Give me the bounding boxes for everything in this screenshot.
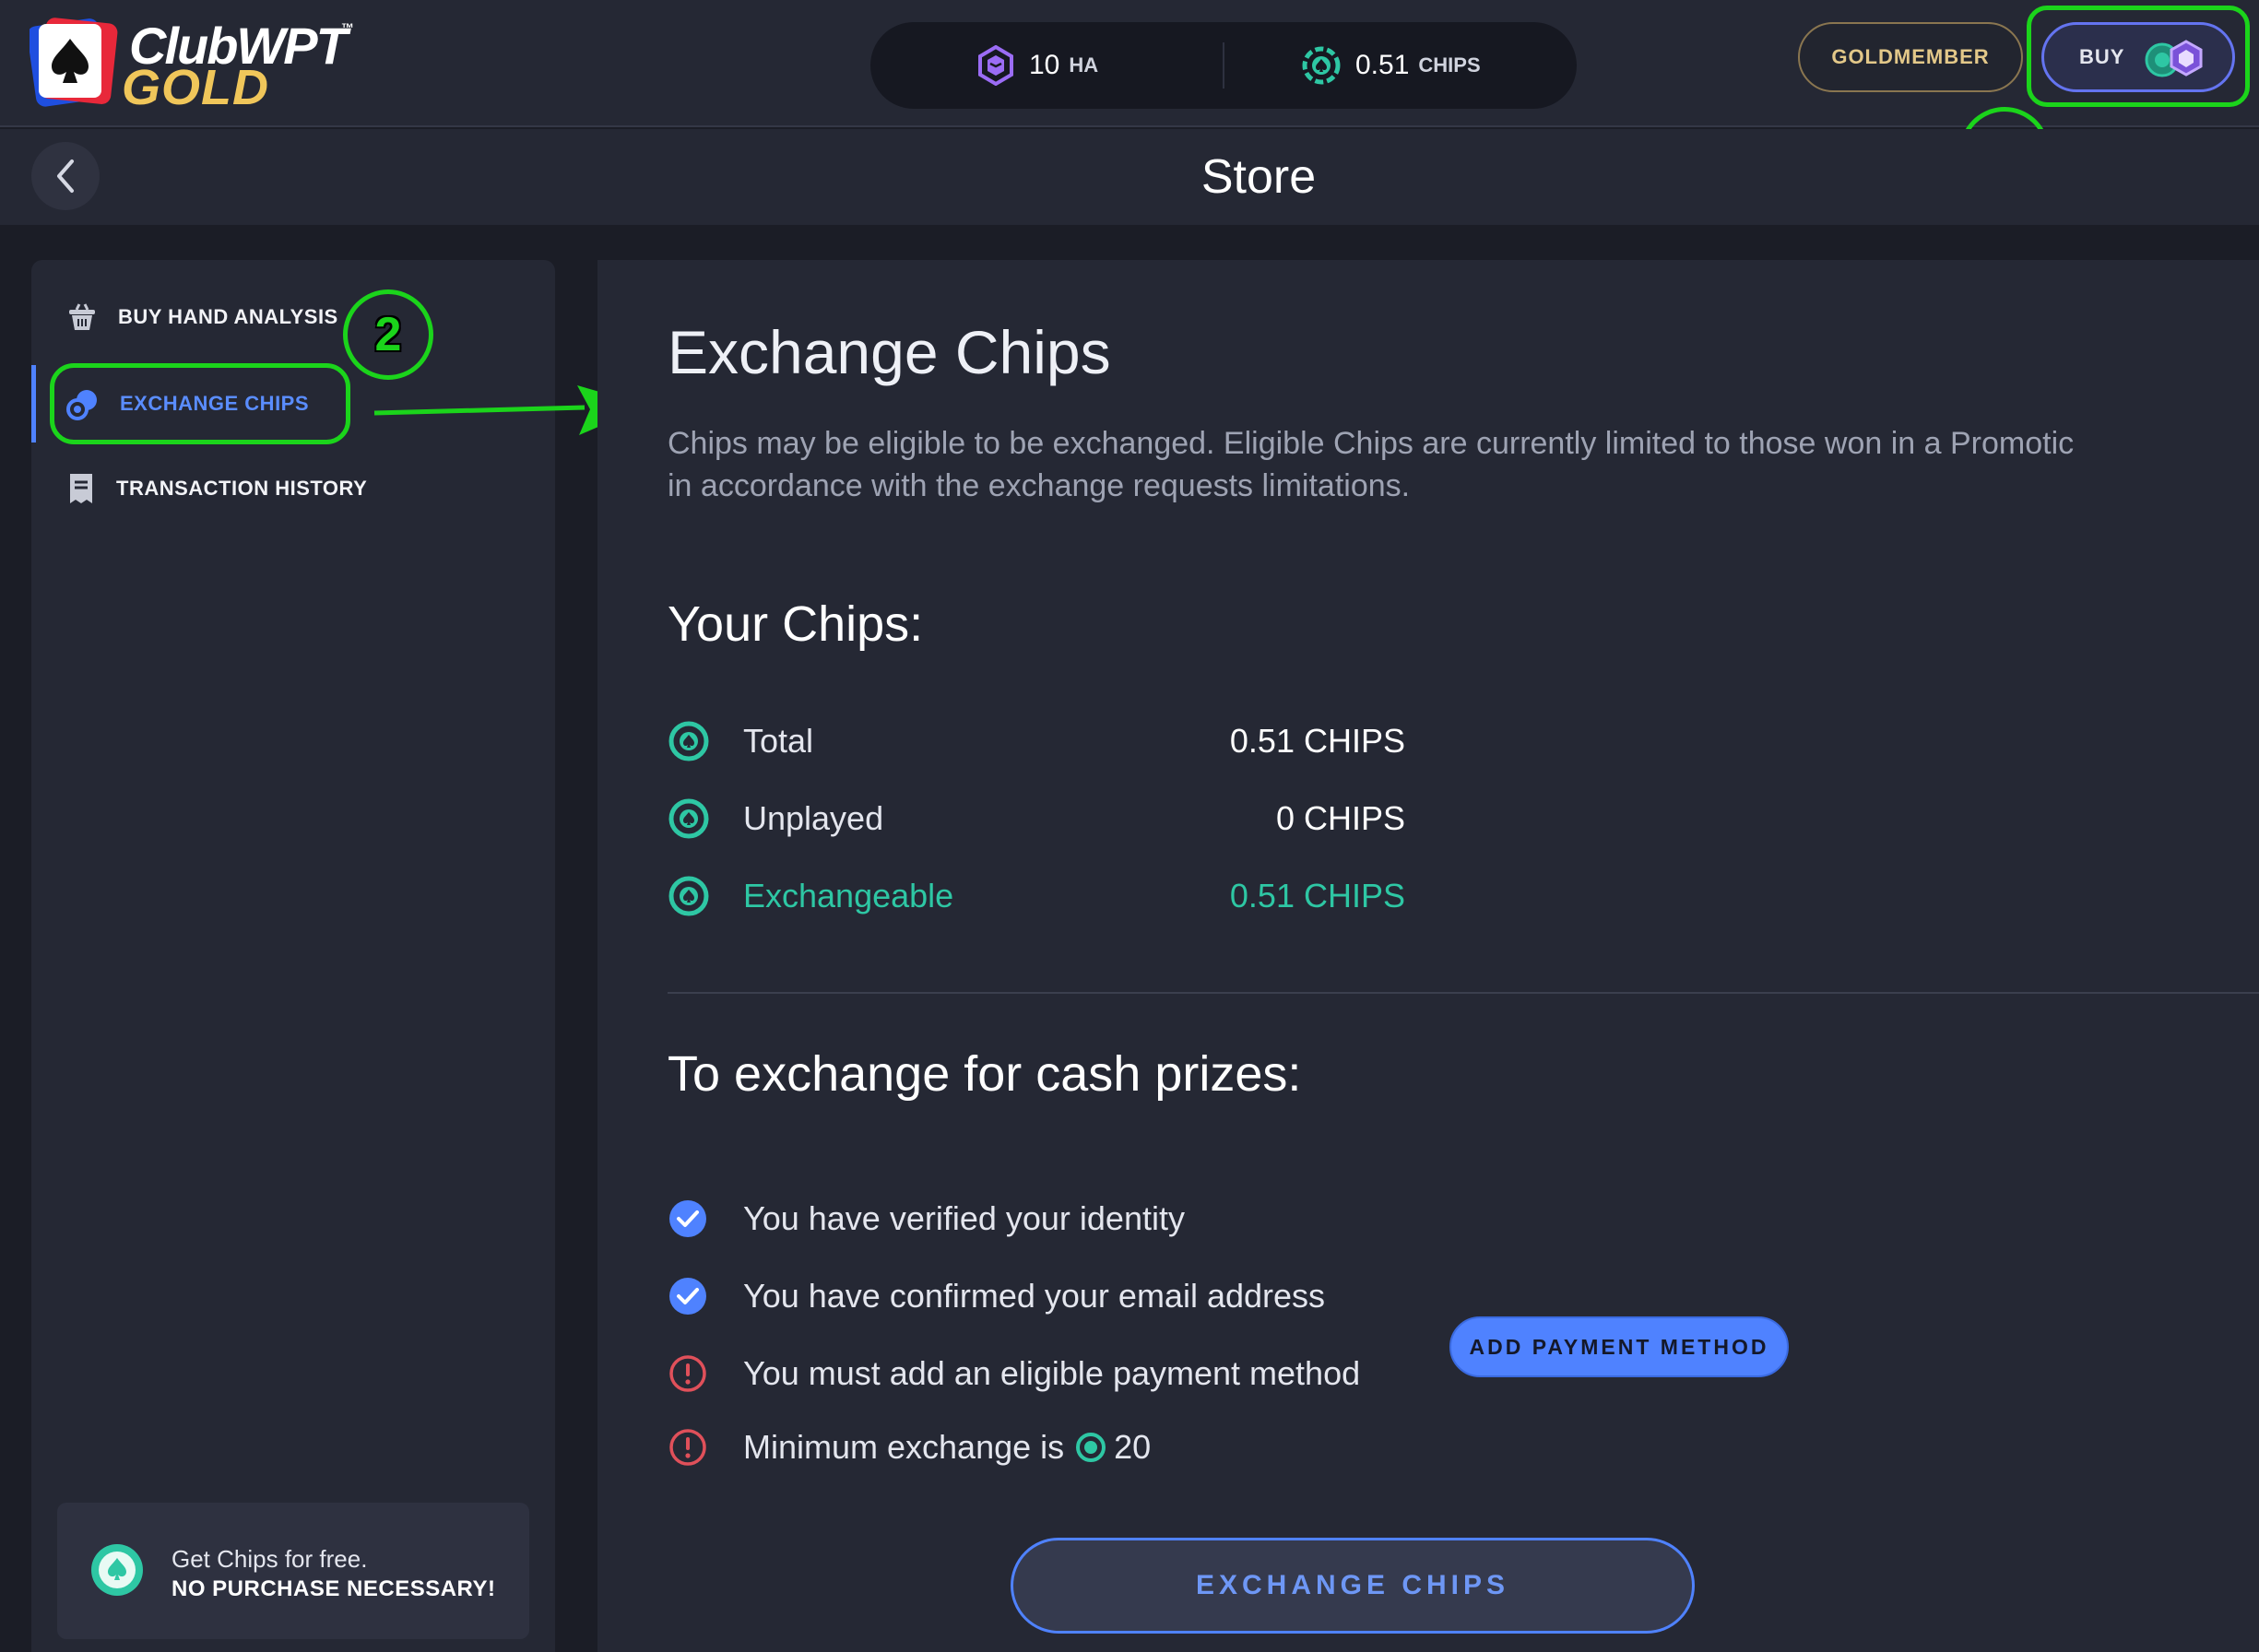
add-payment-method-button[interactable]: ADD PAYMENT METHOD: [1449, 1316, 1789, 1377]
warning-circle-icon: [669, 1429, 706, 1466]
promo-headline: Get Chips for free.: [171, 1545, 368, 1573]
goldmember-button[interactable]: GOLDMEMBER: [1798, 22, 2023, 92]
free-chips-promo[interactable]: Get Chips for free. NO PURCHASE NECESSAR…: [57, 1503, 529, 1639]
sidebar-item-label: BUY HAND ANALYSIS: [118, 305, 338, 328]
chip-row-total: Total 0.51 CHIPS: [668, 714, 1405, 769]
ha-balance-unit: HA: [1069, 53, 1099, 77]
chips-balance[interactable]: 0.51 CHIPS: [1302, 22, 1481, 109]
exchange-description: Chips may be eligible to be exchanged. E…: [668, 422, 2259, 507]
top-bar: ClubWPT ™ GOLD 10 HA 0.51 CHIPS GOLDMEMB…: [0, 0, 2259, 127]
sidebar-item-label: TRANSACTION HISTORY: [116, 477, 368, 500]
section-divider: [668, 992, 2259, 994]
annotation-step-2: 2: [343, 289, 433, 380]
chips-balance-unit: CHIPS: [1418, 53, 1481, 77]
logo-gold-text: GOLD: [122, 60, 269, 115]
section-title: Exchange Chips: [668, 318, 1111, 386]
requirement-text: Minimum exchange is: [743, 1428, 1065, 1466]
chip-row-value: 0.51 CHIPS: [1229, 877, 1405, 914]
sidebar-item-transaction-history[interactable]: TRANSACTION HISTORY: [31, 452, 555, 525]
requirement-text: You have confirmed your email address: [743, 1277, 1326, 1315]
your-chips-heading: Your Chips:: [668, 596, 924, 652]
requirement-confirmed-email: You have confirmed your email address: [668, 1268, 1325, 1324]
requirement-text-wrapper: Minimum exchange is 20: [743, 1428, 1151, 1467]
chip-row-label: Exchangeable: [743, 877, 954, 914]
requirement-minimum-exchange: Minimum exchange is 20: [668, 1420, 1151, 1475]
balance-divider: [1223, 42, 1224, 88]
check-circle-icon: [669, 1200, 706, 1237]
clubwpt-gold-logo[interactable]: ClubWPT ™ GOLD: [30, 13, 361, 115]
sub-header: Store: [0, 129, 2259, 225]
chip-icon: [91, 1544, 143, 1596]
balance-bar: 10 HA 0.51 CHIPS: [870, 22, 1577, 109]
promo-subline: NO PURCHASE NECESSARY!: [171, 1576, 496, 1601]
requirement-text: You must add an eligible payment method: [743, 1354, 1361, 1392]
minimum-exchange-amount: 20: [1114, 1428, 1152, 1466]
hand-analysis-hexagon-icon: [978, 45, 1013, 86]
chip-icon: [1076, 1433, 1106, 1462]
description-line-2: in accordance with the exchange requests…: [668, 468, 1411, 503]
warning-circle-icon: [669, 1355, 706, 1392]
cash-prizes-heading: To exchange for cash prizes:: [668, 1046, 1302, 1102]
sidebar-item-buy-hand-analysis[interactable]: BUY HAND ANALYSIS: [31, 280, 555, 354]
chip-icon: [668, 721, 709, 761]
ha-balance[interactable]: 10 HA: [977, 22, 1098, 109]
spade-card-icon: [30, 18, 118, 107]
exchange-chips-panel: Exchange Chips Chips may be eligible to …: [597, 260, 2259, 1652]
description-line-1: Chips may be eligible to be exchanged. E…: [668, 426, 2075, 461]
chip-icon: [1302, 46, 1341, 85]
exchange-chips-button[interactable]: EXCHANGE CHIPS: [1011, 1538, 1695, 1634]
annotation-highlight-buy: [2027, 6, 2250, 107]
requirement-verified-identity: You have verified your identity: [668, 1191, 1185, 1246]
receipt-icon: [70, 474, 92, 503]
logo-trademark: ™: [341, 20, 354, 35]
chip-row-value: 0 CHIPS: [1275, 799, 1405, 837]
chip-icon: [668, 876, 709, 916]
ha-balance-value: 10: [1029, 50, 1060, 80]
basket-icon: [69, 303, 95, 330]
page-title: Store: [1200, 150, 1317, 204]
chip-row-exchangeable: Exchangeable 0.51 CHIPS: [668, 868, 1405, 924]
chip-row-value: 0.51 CHIPS: [1229, 722, 1405, 760]
chip-icon: [668, 798, 709, 839]
chip-row-unplayed: Unplayed 0 CHIPS: [668, 791, 1405, 846]
check-circle-icon: [669, 1278, 706, 1315]
annotation-highlight-exchange-chips: [50, 363, 350, 444]
chip-row-label: Total: [743, 722, 814, 760]
requirement-text: You have verified your identity: [743, 1199, 1185, 1237]
back-button[interactable]: [31, 142, 100, 210]
requirement-payment-method: You must add an eligible payment method: [668, 1346, 1360, 1401]
chevron-left-icon: [57, 159, 74, 193]
chip-row-label: Unplayed: [743, 799, 884, 837]
chips-balance-value: 0.51: [1355, 50, 1410, 80]
store-sidebar: BUY HAND ANALYSIS EXCHANGE CHIPS TRANSAC…: [31, 260, 555, 1652]
